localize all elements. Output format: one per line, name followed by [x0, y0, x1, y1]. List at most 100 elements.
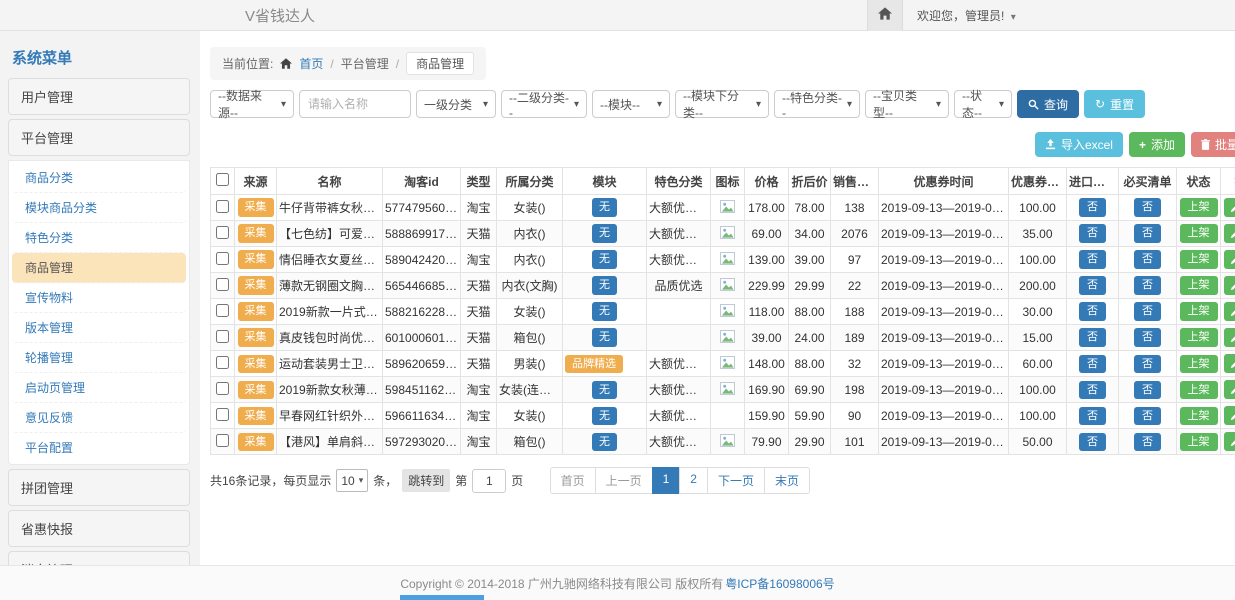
home-button[interactable]: [867, 0, 903, 31]
query-button[interactable]: 查询: [1017, 90, 1079, 118]
level2-category-filter[interactable]: --二级分类--▾: [501, 90, 587, 118]
must-buy-toggle[interactable]: 否: [1134, 407, 1161, 425]
sidebar-item[interactable]: 轮播管理: [12, 343, 186, 373]
row-checkbox[interactable]: [216, 252, 229, 265]
import-excel-button[interactable]: 导入excel: [1035, 132, 1123, 157]
sidebar-section[interactable]: 省惠快报: [8, 510, 190, 547]
module-sub-filter[interactable]: --模块下分类--▾: [675, 90, 769, 118]
must-buy-toggle[interactable]: 否: [1134, 198, 1161, 216]
cell-must-buy: 否: [1119, 299, 1177, 325]
edit-button[interactable]: [1224, 354, 1235, 373]
jump-button[interactable]: 跳转到: [402, 469, 450, 492]
status-toggle[interactable]: 上架: [1180, 355, 1218, 373]
status-toggle[interactable]: 上架: [1180, 198, 1218, 216]
status-toggle[interactable]: 上架: [1180, 224, 1218, 242]
edit-button[interactable]: [1224, 276, 1235, 295]
table-row: 采集【七色纺】可爱纯棉家...588869917501天猫内衣()无大额优惠券6…: [211, 221, 1235, 247]
module-filter[interactable]: --模块--▾: [592, 90, 670, 118]
sidebar-section[interactable]: 用户管理: [8, 78, 190, 115]
row-checkbox[interactable]: [216, 200, 229, 213]
row-checkbox[interactable]: [216, 278, 229, 291]
status-toggle[interactable]: 上架: [1180, 302, 1218, 320]
must-buy-toggle[interactable]: 否: [1134, 355, 1161, 373]
import-select-toggle[interactable]: 否: [1079, 355, 1106, 373]
row-checkbox[interactable]: [216, 226, 229, 239]
row-checkbox[interactable]: [216, 382, 229, 395]
import-select-toggle[interactable]: 否: [1079, 250, 1106, 268]
status-toggle[interactable]: 上架: [1180, 407, 1218, 425]
level1-category-filter[interactable]: 一级分类▾: [416, 90, 496, 118]
row-checkbox[interactable]: [216, 304, 229, 317]
page-button[interactable]: 2: [679, 467, 708, 494]
import-select-toggle[interactable]: 否: [1079, 328, 1106, 346]
status-filter[interactable]: --状态--▾: [954, 90, 1012, 118]
add-button[interactable]: + 添加: [1129, 132, 1185, 157]
per-page-select[interactable]: 10 ▾: [336, 469, 368, 492]
batch-delete-button[interactable]: 批量删除: [1191, 132, 1235, 157]
sidebar-item[interactable]: 特色分类: [12, 223, 186, 253]
status-toggle[interactable]: 上架: [1180, 276, 1218, 294]
name-search-input[interactable]: [299, 90, 411, 118]
feature-category-filter[interactable]: --特色分类--▾: [774, 90, 860, 118]
must-buy-toggle[interactable]: 否: [1134, 381, 1161, 399]
status-toggle[interactable]: 上架: [1180, 381, 1218, 399]
must-buy-toggle[interactable]: 否: [1134, 224, 1161, 242]
page-button[interactable]: 下一页: [707, 467, 765, 494]
import-select-toggle[interactable]: 否: [1079, 302, 1106, 320]
must-buy-toggle[interactable]: 否: [1134, 302, 1161, 320]
import-select-toggle[interactable]: 否: [1079, 198, 1106, 216]
feature-label: 大额优惠券: [647, 429, 711, 455]
sidebar-item[interactable]: 商品分类: [12, 163, 186, 193]
row-select-cell: [211, 403, 235, 429]
sidebar-item[interactable]: 意见反馈: [12, 403, 186, 433]
coupon-time: 2019-09-13—2019-09-18: [879, 221, 1009, 247]
must-buy-toggle[interactable]: 否: [1134, 250, 1161, 268]
edit-button[interactable]: [1224, 380, 1235, 399]
import-select-toggle[interactable]: 否: [1079, 276, 1106, 294]
import-select-toggle[interactable]: 否: [1079, 433, 1106, 451]
product-name: 2019新款女秋薄款...: [277, 377, 383, 403]
sidebar-item[interactable]: 平台配置: [12, 433, 186, 462]
status-toggle[interactable]: 上架: [1180, 250, 1218, 268]
edit-button[interactable]: [1224, 250, 1235, 269]
status-toggle[interactable]: 上架: [1180, 433, 1218, 451]
sidebar-section[interactable]: 平台管理: [8, 119, 190, 156]
edit-button[interactable]: [1224, 328, 1235, 347]
edit-button[interactable]: [1224, 224, 1235, 243]
sidebar-item[interactable]: 版本管理: [12, 313, 186, 343]
row-checkbox[interactable]: [216, 356, 229, 369]
must-buy-toggle[interactable]: 否: [1134, 328, 1161, 346]
reset-button[interactable]: ↻重置: [1084, 90, 1145, 118]
status-toggle[interactable]: 上架: [1180, 328, 1218, 346]
page-button[interactable]: 末页: [764, 467, 810, 494]
sidebar-section[interactable]: 拼团管理: [8, 469, 190, 506]
sidebar-item[interactable]: 模块商品分类: [12, 193, 186, 223]
icp-link[interactable]: 粤ICP备16098006号: [725, 575, 834, 592]
import-select-toggle[interactable]: 否: [1079, 407, 1106, 425]
page-button[interactable]: 1: [652, 467, 681, 494]
product-thumbnail: [720, 278, 735, 291]
sidebar-item-active[interactable]: 商品管理: [12, 253, 186, 283]
cell-source: 采集: [235, 195, 277, 221]
sidebar-item[interactable]: 启动页管理: [12, 373, 186, 403]
page-button[interactable]: 上一页: [595, 467, 653, 494]
data-source-filter[interactable]: --数据来源--▾: [210, 90, 294, 118]
edit-button[interactable]: [1224, 406, 1235, 425]
user-menu[interactable]: 欢迎您，管理员! ▾: [917, 7, 1016, 24]
must-buy-toggle[interactable]: 否: [1134, 433, 1161, 451]
jump-page-input[interactable]: [472, 469, 506, 493]
item-type-filter[interactable]: --宝贝类型--▾: [865, 90, 949, 118]
row-checkbox[interactable]: [216, 408, 229, 421]
edit-button[interactable]: [1224, 432, 1235, 451]
edit-button[interactable]: [1224, 198, 1235, 217]
page-button[interactable]: 首页: [550, 467, 596, 494]
import-select-toggle[interactable]: 否: [1079, 381, 1106, 399]
import-select-toggle[interactable]: 否: [1079, 224, 1106, 242]
breadcrumb-home-link[interactable]: 首页: [299, 55, 323, 72]
sidebar-item[interactable]: 宣传物料: [12, 283, 186, 313]
row-checkbox[interactable]: [216, 330, 229, 343]
select-all-checkbox[interactable]: [216, 173, 229, 186]
must-buy-toggle[interactable]: 否: [1134, 276, 1161, 294]
row-checkbox[interactable]: [216, 434, 229, 447]
edit-button[interactable]: [1224, 302, 1235, 321]
